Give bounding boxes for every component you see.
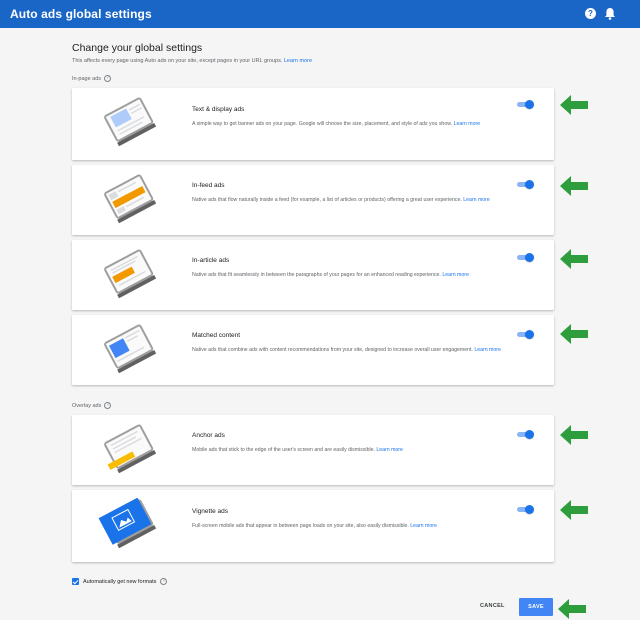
green-arrow-icon [560,500,588,520]
help-icon[interactable]: ? [585,8,596,19]
subtitle-text: This affects every page using Auto ads o… [72,58,283,64]
card-learn-more-link[interactable]: Learn more [474,347,501,353]
text-display-ads-toggle[interactable] [516,100,534,109]
subtitle-learn-more-link[interactable]: Learn more [284,58,312,64]
card-description-text: Native ads that combine ads with content… [192,347,473,353]
green-arrow-icon [560,95,588,115]
text-display-illustration-icon [104,97,157,147]
card-text-display-ads: Text & display ads A simple way to get b… [72,88,554,160]
card-in-feed-ads: In-feed ads Native ads that flow natural… [72,165,554,235]
card-description: Native ads that flow naturally inside a … [192,196,527,205]
auto-formats-row: Automatically get new formats ? [72,578,168,585]
card-vignette-ads: Vignette ads Full-screen mobile ads that… [72,490,554,562]
card-description: Mobile ads that stick to the edge of the… [192,446,527,455]
notifications-bell-icon[interactable] [604,7,616,20]
card-learn-more-link[interactable]: Learn more [410,523,437,529]
card-description: Native ads that fit seamlessly in betwee… [192,271,527,280]
card-description: A simple way to get banner ads on your p… [192,120,527,129]
card-description-text: Native ads that fit seamlessly in betwee… [192,272,441,278]
card-description-text: Mobile ads that stick to the edge of the… [192,447,375,453]
green-arrow-icon [560,324,588,344]
overlay-help-icon[interactable]: ? [104,402,112,409]
overlay-label: Overlay ads [72,402,102,409]
in-page-label: In-page ads [72,75,102,82]
card-matched-content: Matched content Native ads that combine … [72,315,554,385]
card-title: Anchor ads [192,432,225,439]
card-description: Full-screen mobile ads that appear in be… [192,522,527,531]
card-anchor-ads: Anchor ads Mobile ads that stick to the … [72,415,554,485]
card-learn-more-link[interactable]: Learn more [376,447,403,453]
green-arrow-icon [558,599,586,619]
card-description-text: A simple way to get banner ads on your p… [192,121,453,127]
card-title: Matched content [192,332,241,339]
section-label-overlay: Overlay ads ? [72,402,112,409]
in-feed-ads-toggle[interactable] [516,180,534,189]
matched-content-illustration-icon [104,324,157,374]
page-title: Auto ads global settings [10,7,152,21]
green-arrow-icon [560,425,588,445]
card-in-article-ads: In-article ads Native ads that fit seaml… [72,240,554,310]
vignette-illustration-icon [98,498,157,549]
matched-content-toggle[interactable] [516,330,534,339]
in-article-illustration-icon [104,249,157,299]
app-header: Auto ads global settings ? [0,0,640,28]
auto-formats-label: Automatically get new formats [83,578,157,585]
in-page-help-icon[interactable]: ? [104,75,112,82]
card-title: In-article ads [192,257,230,264]
anchor-illustration-icon [104,424,157,474]
card-learn-more-link[interactable]: Learn more [454,121,481,127]
section-label-in-page: In-page ads ? [72,75,112,82]
card-description-text: Native ads that flow naturally inside a … [192,197,462,203]
card-title: Vignette ads [192,508,229,515]
auto-formats-help-icon[interactable]: ? [160,578,168,585]
green-arrow-icon [560,249,588,269]
in-article-ads-toggle[interactable] [516,253,534,262]
settings-subtitle: This affects every page using Auto ads o… [72,58,312,64]
cancel-button[interactable]: CANCEL [480,603,505,609]
card-title: Text & display ads [192,106,245,113]
card-description-text: Full-screen mobile ads that appear in be… [192,523,409,529]
save-button[interactable]: SAVE [519,598,553,616]
card-title: In-feed ads [192,182,225,189]
card-description: Native ads that combine ads with content… [192,346,527,355]
auto-formats-checkbox[interactable] [72,578,79,585]
in-feed-illustration-icon [104,174,157,224]
anchor-ads-toggle[interactable] [516,430,534,439]
card-learn-more-link[interactable]: Learn more [442,272,469,278]
green-arrow-icon [560,176,588,196]
card-learn-more-link[interactable]: Learn more [463,197,490,203]
settings-heading: Change your global settings [72,42,203,54]
vignette-ads-toggle[interactable] [516,505,534,514]
